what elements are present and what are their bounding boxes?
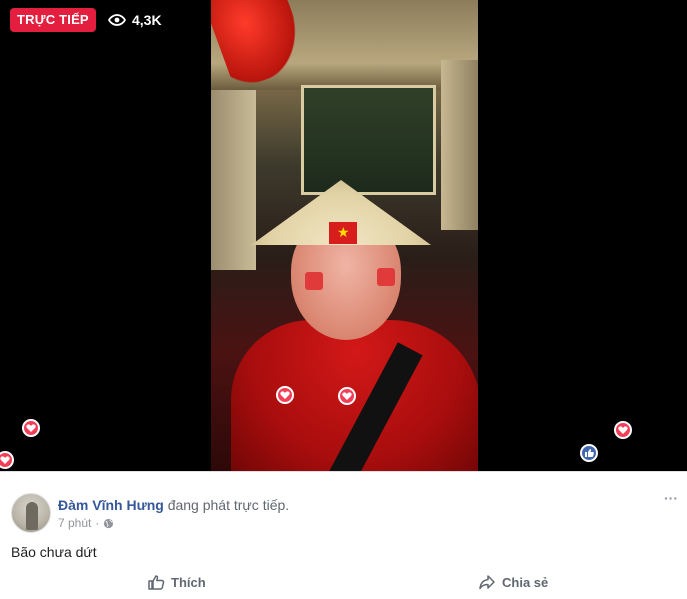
share-button-label: Chia sẻ <box>502 574 549 590</box>
author-name-link[interactable]: Đàm Vĩnh Hưng <box>58 497 164 513</box>
globe-icon[interactable] <box>103 518 114 529</box>
heart-reaction-icon <box>22 419 40 437</box>
video-scene-pillar <box>441 60 478 230</box>
post-header: Đàm Vĩnh Hưng đang phát trực tiếp. <box>58 496 289 514</box>
live-badge: TRỰC TIẾP <box>10 8 96 32</box>
post-caption: Bão chưa dứt <box>11 544 97 560</box>
heart-reaction-icon <box>276 386 294 404</box>
post-timestamp[interactable]: 7 phút <box>58 516 91 530</box>
more-dots-icon: ··· <box>664 490 678 506</box>
video-scene-face-flag: ★ <box>329 222 357 244</box>
post-meta: 7 phút · <box>58 516 114 530</box>
meta-separator: · <box>95 516 100 530</box>
avatar[interactable] <box>11 493 51 533</box>
more-options-button[interactable]: ··· <box>664 491 678 508</box>
viewer-count-value: 4,3K <box>132 12 162 28</box>
eye-icon <box>108 14 126 26</box>
like-reaction-icon <box>580 444 598 462</box>
viewer-count: 4,3K <box>108 8 162 32</box>
thumbs-up-icon <box>148 575 165 590</box>
video-scene-cheek-paint <box>305 272 323 290</box>
post-info-panel <box>0 471 687 599</box>
heart-reaction-icon <box>338 387 356 405</box>
live-video-player[interactable]: ★ TRỰC TIẾP 4,3K <box>0 0 687 471</box>
like-button-label: Thích <box>171 574 206 590</box>
video-scene-building <box>301 85 436 195</box>
live-action-text: đang phát trực tiếp. <box>167 497 290 513</box>
video-scene-pillar <box>211 90 256 270</box>
video-scene-cheek-paint <box>377 268 395 286</box>
share-button[interactable]: Chia sẻ <box>478 569 548 595</box>
heart-reaction-icon <box>614 421 632 439</box>
share-arrow-icon <box>479 575 495 590</box>
like-button[interactable]: Thích <box>147 569 206 595</box>
heart-reaction-icon <box>0 451 14 469</box>
